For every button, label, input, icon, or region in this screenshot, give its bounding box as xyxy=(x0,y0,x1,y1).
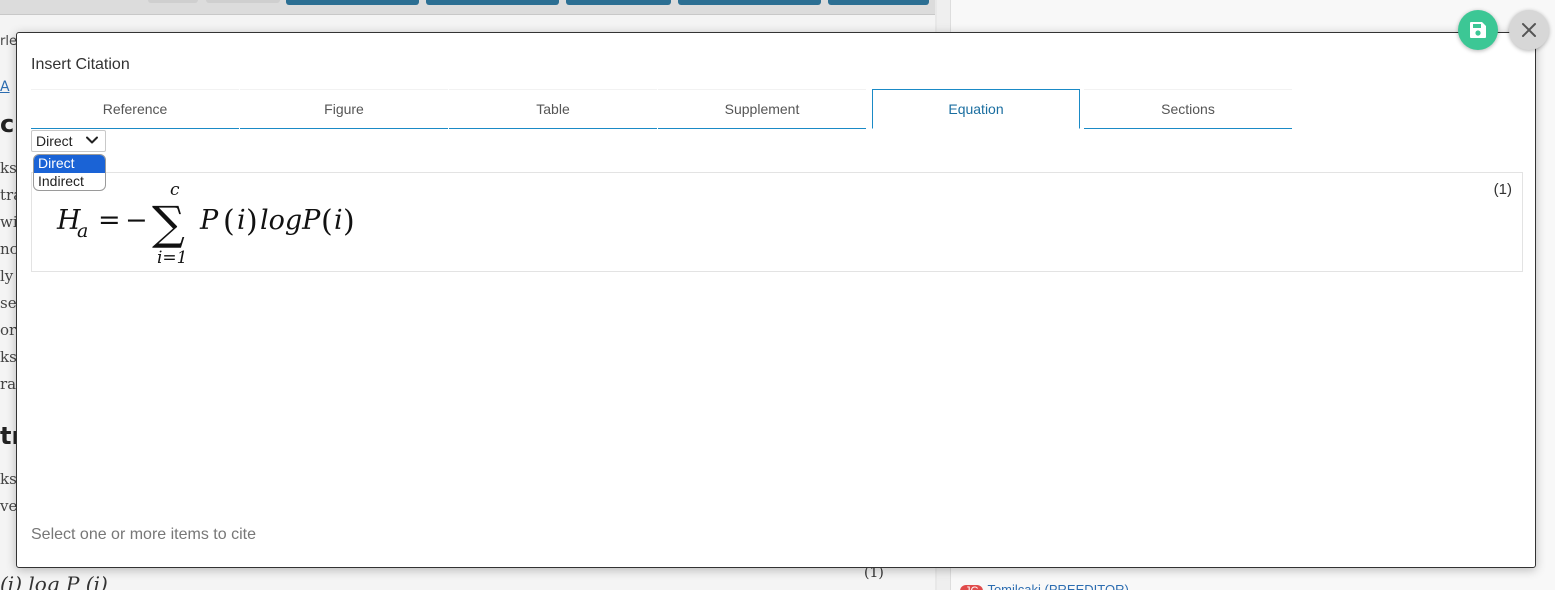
equation-number: (1) xyxy=(1493,181,1512,198)
text-fragment: ks a xyxy=(0,470,16,488)
eq-lower-limit: i=1 xyxy=(157,248,188,268)
citation-type-value: Direct xyxy=(36,133,73,149)
text-fragment: wit xyxy=(0,213,16,231)
text-fragment: tra xyxy=(0,186,16,204)
text-fragment: A xyxy=(0,79,10,95)
toolbar-button xyxy=(286,0,419,5)
eq-summation: ∑ xyxy=(152,196,185,250)
text-fragment: rle xyxy=(0,34,16,49)
chevron-down-icon xyxy=(86,136,98,144)
text-fragment: nc xyxy=(0,240,16,258)
toolbar-button xyxy=(828,0,929,5)
eq-minus: − xyxy=(125,205,148,236)
eq-paren: ( xyxy=(223,204,235,239)
tab-sections[interactable]: Sections xyxy=(1084,89,1292,129)
option-indirect[interactable]: Indirect xyxy=(34,173,105,190)
toolbar-button xyxy=(566,0,671,5)
eq-paren: ( xyxy=(321,204,333,239)
close-button[interactable] xyxy=(1509,10,1549,50)
eq-p: P xyxy=(199,205,219,236)
option-direct[interactable]: Direct xyxy=(34,155,105,173)
tab-supplement[interactable]: Supplement xyxy=(658,89,866,129)
eq-i: i xyxy=(334,205,343,236)
text-fragment: sev xyxy=(0,294,16,312)
editor-tag: JCTomilcaki (PREEDITOR) xyxy=(960,582,1129,590)
eq-subscript-a: a xyxy=(77,220,88,242)
selection-hint: Select one or more items to cite xyxy=(31,526,256,543)
editor-name: Tomilcaki (PREEDITOR) xyxy=(987,582,1129,590)
tab-figure[interactable]: Figure xyxy=(240,89,448,129)
toolbar-button xyxy=(678,0,821,5)
eq-log-p: logP xyxy=(260,205,321,236)
text-fragment: ly xyxy=(0,267,14,285)
save-icon xyxy=(1470,22,1486,38)
text-fragment: ks xyxy=(0,348,16,366)
text-fragment: ra xyxy=(0,375,16,393)
eq-equals: = xyxy=(98,205,121,236)
text-fragment: ch xyxy=(0,110,16,138)
document-equation-preview: (i) log P (i) xyxy=(0,572,108,590)
citation-type-options: Direct Indirect xyxy=(33,154,106,191)
eq-i: i xyxy=(237,205,246,236)
tab-equation[interactable]: Equation xyxy=(872,89,1080,129)
tab-reference[interactable]: Reference xyxy=(31,89,239,129)
document-toolbar xyxy=(0,0,935,15)
citation-type-select[interactable]: Direct xyxy=(31,130,106,152)
text-fragment: tr xyxy=(0,422,16,450)
text-fragment: ver xyxy=(0,497,16,515)
insert-citation-dialog: Insert Citation Reference Figure Table S… xyxy=(16,32,1536,568)
tab-table[interactable]: Table xyxy=(449,89,657,129)
editor-badge: JC xyxy=(960,585,984,590)
eq-upper-limit: c xyxy=(170,180,180,200)
toolbar-button xyxy=(206,0,280,3)
toolbar-button xyxy=(426,0,559,5)
document-text-fragments: rle A ch ks tra wit nc ly sev ora ks ra … xyxy=(0,26,16,526)
save-button[interactable] xyxy=(1458,10,1498,50)
eq-paren: ) xyxy=(246,204,258,239)
close-icon xyxy=(1522,23,1536,37)
toolbar-button xyxy=(148,0,198,3)
eq-paren: ) xyxy=(343,204,355,239)
equation-item[interactable]: H a = − ∑ c i=1 P ( i ) logP ( i ) (1) xyxy=(31,172,1523,272)
text-fragment: ora xyxy=(0,321,16,339)
dialog-title: Insert Citation xyxy=(31,56,130,73)
citation-tabs: Reference Figure Table Supplement Equati… xyxy=(31,89,1293,130)
text-fragment: ks xyxy=(0,159,16,177)
